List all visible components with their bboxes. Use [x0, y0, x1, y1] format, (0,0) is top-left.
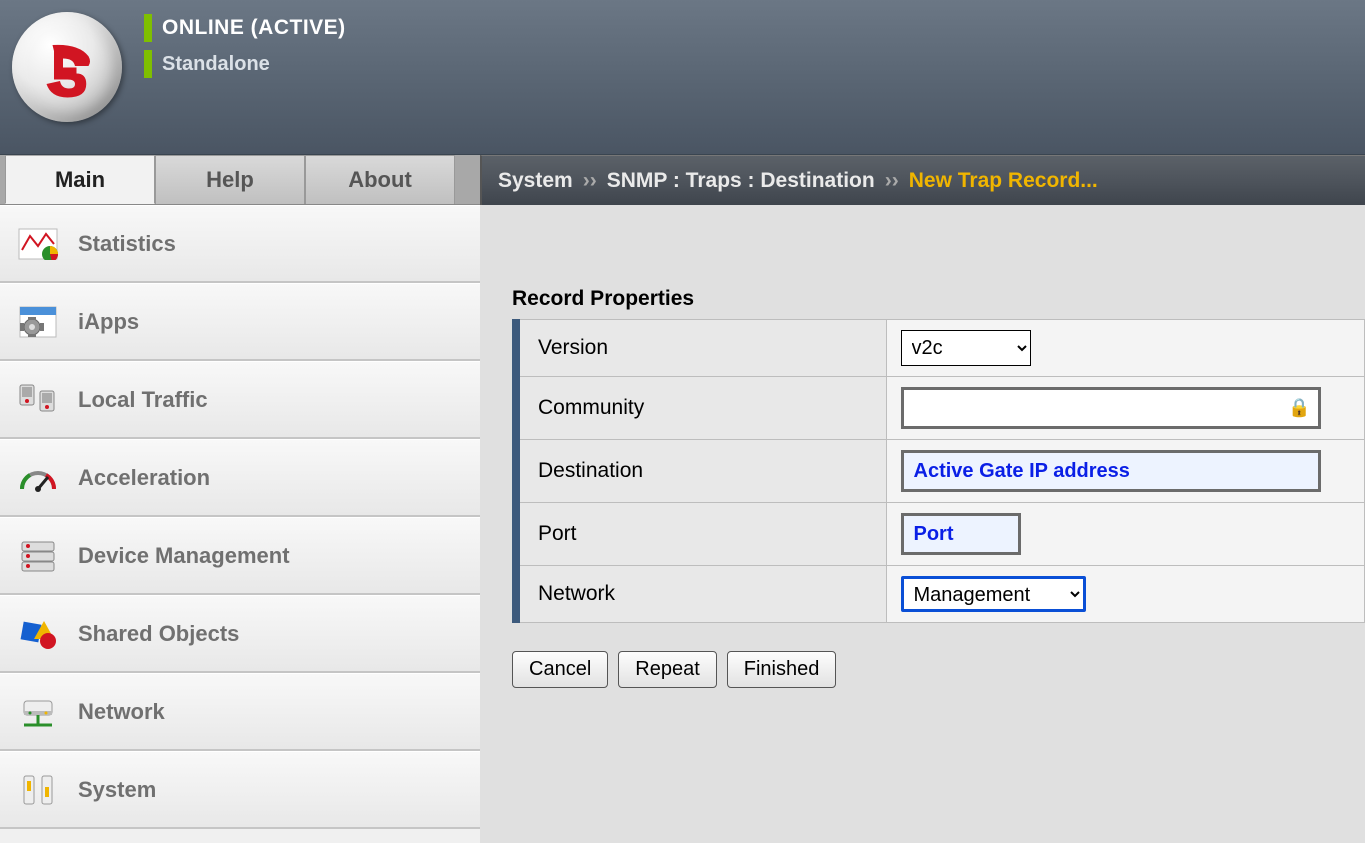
- network-label: Network: [516, 566, 886, 623]
- breadcrumb-path[interactable]: SNMP : Traps : Destination: [607, 169, 875, 193]
- status-text: ONLINE (ACTIVE): [162, 16, 346, 40]
- community-input[interactable]: [901, 387, 1321, 429]
- nav-column: Main Help About Statistics: [0, 155, 480, 843]
- breadcrumb-sep: ››: [583, 169, 597, 193]
- version-label: Version: [516, 320, 886, 377]
- statistics-icon: [16, 225, 60, 263]
- tab-help[interactable]: Help: [155, 155, 305, 204]
- nav-system[interactable]: System: [0, 751, 480, 829]
- device-management-icon: [16, 537, 60, 575]
- destination-label: Destination: [516, 440, 886, 503]
- status-block: ONLINE (ACTIVE) Standalone: [144, 12, 346, 78]
- breadcrumb: System ›› SNMP : Traps : Destination ›› …: [480, 155, 1365, 205]
- nav-device-management[interactable]: Device Management: [0, 517, 480, 595]
- version-select[interactable]: v2c: [901, 330, 1031, 366]
- button-row: Cancel Repeat Finished: [512, 651, 1365, 688]
- nav-label: Acceleration: [78, 465, 210, 491]
- nav-label: Statistics: [78, 231, 176, 257]
- breadcrumb-root[interactable]: System: [498, 169, 573, 193]
- content-column: System ›› SNMP : Traps : Destination ›› …: [480, 155, 1365, 843]
- lock-icon: 🔒: [1288, 398, 1310, 419]
- system-icon: [16, 771, 60, 809]
- nav-acceleration[interactable]: Acceleration: [0, 439, 480, 517]
- record-properties-table: Version v2c Community 🔒: [512, 319, 1365, 623]
- network-select[interactable]: Management: [901, 576, 1086, 612]
- iapps-icon: [16, 303, 60, 341]
- status-mode: Standalone: [162, 53, 270, 76]
- acceleration-icon: [16, 459, 60, 497]
- nav-list: Statistics iApps: [0, 205, 480, 843]
- network-icon: [16, 693, 60, 731]
- f5-logo: [12, 12, 122, 122]
- tab-main[interactable]: Main: [5, 155, 155, 204]
- nav-network[interactable]: Network: [0, 673, 480, 751]
- status-indicator: [144, 14, 152, 42]
- nav-label: Shared Objects: [78, 621, 239, 647]
- status-indicator: [144, 50, 152, 78]
- app-header: ONLINE (ACTIVE) Standalone: [0, 0, 1365, 155]
- nav-iapps[interactable]: iApps: [0, 283, 480, 361]
- cancel-button[interactable]: Cancel: [512, 651, 608, 688]
- community-label: Community: [516, 377, 886, 440]
- finished-button[interactable]: Finished: [727, 651, 837, 688]
- nav-label: Device Management: [78, 543, 290, 569]
- nav-label: System: [78, 777, 156, 803]
- tab-about[interactable]: About: [305, 155, 455, 204]
- section-title: Record Properties: [512, 287, 1365, 311]
- nav-statistics[interactable]: Statistics: [0, 205, 480, 283]
- repeat-button[interactable]: Repeat: [618, 651, 717, 688]
- nav-label: Local Traffic: [78, 387, 208, 413]
- nav-local-traffic[interactable]: Local Traffic: [0, 361, 480, 439]
- port-input[interactable]: [901, 513, 1021, 555]
- port-label: Port: [516, 503, 886, 566]
- nav-label: Network: [78, 699, 165, 725]
- nav-tabs: Main Help About: [0, 155, 480, 205]
- nav-shared-objects[interactable]: Shared Objects: [0, 595, 480, 673]
- nav-label: iApps: [78, 309, 139, 335]
- breadcrumb-sep: ››: [885, 169, 899, 193]
- breadcrumb-current: New Trap Record...: [909, 169, 1098, 193]
- form-area: Record Properties Version v2c Community: [480, 205, 1365, 688]
- local-traffic-icon: [16, 381, 60, 419]
- shared-objects-icon: [16, 615, 60, 653]
- destination-input[interactable]: [901, 450, 1321, 492]
